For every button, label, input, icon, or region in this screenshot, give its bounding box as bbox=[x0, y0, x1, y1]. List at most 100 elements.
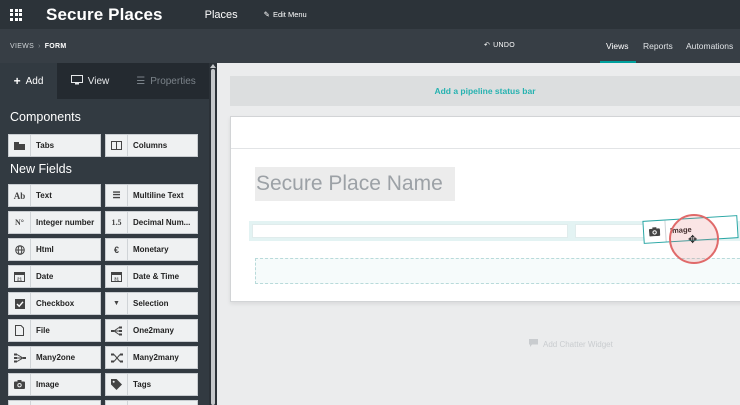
edit-menu-link[interactable]: ✎ Edit Menu bbox=[264, 10, 307, 19]
many2many-icon bbox=[106, 347, 128, 368]
field-label: One2many bbox=[133, 326, 174, 335]
file-icon bbox=[9, 320, 31, 341]
field-datetime[interactable]: 31 Date & Time bbox=[105, 265, 198, 288]
breadcrumb-separator: › bbox=[38, 42, 41, 50]
field-integer[interactable]: N° Integer number bbox=[8, 211, 101, 234]
name-field-placeholder[interactable]: Secure Place Name bbox=[255, 167, 455, 201]
component-label: Columns bbox=[133, 141, 168, 150]
field-label: Html bbox=[36, 245, 54, 254]
sidebar-tab-view-label: View bbox=[87, 75, 110, 87]
tabs-icon bbox=[9, 135, 31, 156]
sliders-icon: ☰ bbox=[136, 75, 146, 87]
text-icon: Ab bbox=[9, 185, 31, 206]
field-many2many[interactable]: Many2many bbox=[105, 346, 198, 369]
monitor-icon bbox=[70, 74, 83, 88]
apps-menu-icon[interactable] bbox=[0, 0, 32, 29]
field-label: Checkbox bbox=[36, 299, 75, 308]
field-html[interactable]: Html bbox=[8, 238, 101, 261]
euro-icon: € bbox=[106, 239, 128, 260]
studio-toolbar: VIEWS › FORM ↶ UNDO Views Reports Automa… bbox=[0, 29, 740, 63]
field-one2many[interactable]: One2many bbox=[105, 319, 198, 342]
caret-down-icon: ▼ bbox=[106, 293, 128, 314]
notebook-drop-zone[interactable] bbox=[255, 258, 740, 284]
field-label: Monetary bbox=[133, 245, 169, 254]
calendar-clock-icon: 31 bbox=[106, 266, 128, 287]
field-label: Selection bbox=[133, 299, 169, 308]
sidebar-tab-properties[interactable]: ☰ Properties bbox=[123, 63, 209, 99]
move-cursor-icon: ✥ bbox=[688, 234, 698, 246]
scrollbar-thumb[interactable] bbox=[211, 69, 215, 405]
field-label: Integer number bbox=[36, 218, 95, 227]
breadcrumb-form: FORM bbox=[44, 42, 67, 50]
app-title: Secure Places bbox=[46, 4, 163, 24]
sidebar-tab-properties-label: Properties bbox=[150, 75, 196, 87]
group-cell-right[interactable] bbox=[575, 224, 645, 238]
decimal-icon: 1.5 bbox=[106, 212, 128, 233]
field-label: Image bbox=[36, 380, 60, 389]
field-label: Multiline Text bbox=[133, 191, 184, 200]
field-more-2[interactable] bbox=[105, 400, 198, 405]
field-more-1[interactable] bbox=[8, 400, 101, 405]
field-label: File bbox=[36, 326, 50, 335]
field-many2one[interactable]: Many2one bbox=[8, 346, 101, 369]
field-text[interactable]: Ab Text bbox=[8, 184, 101, 207]
breadcrumb-views[interactable]: VIEWS bbox=[10, 43, 34, 50]
undo-label: UNDO bbox=[493, 41, 515, 49]
checkbox-icon bbox=[9, 293, 31, 314]
sidebar-tab-view[interactable]: View bbox=[57, 63, 123, 99]
menu-places[interactable]: Places bbox=[205, 9, 238, 21]
component-columns[interactable]: Columns bbox=[105, 134, 198, 157]
globe-icon bbox=[9, 239, 31, 260]
components-title: Components bbox=[10, 110, 81, 124]
field-monetary[interactable]: € Monetary bbox=[105, 238, 198, 261]
svg-text:21: 21 bbox=[17, 276, 23, 281]
multiline-text-icon: ☰ bbox=[106, 185, 128, 206]
plus-icon: + bbox=[13, 74, 21, 88]
field-label: Many2one bbox=[36, 353, 76, 362]
field-file[interactable]: File bbox=[8, 319, 101, 342]
field-date[interactable]: 21 Date bbox=[8, 265, 101, 288]
add-status-bar-button[interactable]: Add a pipeline status bar bbox=[230, 76, 740, 106]
tab-reports[interactable]: Reports bbox=[643, 41, 673, 51]
new-fields-title: New Fields bbox=[10, 162, 72, 176]
sheet-header bbox=[231, 117, 740, 149]
field-decimal[interactable]: 1.5 Decimal Num... bbox=[105, 211, 198, 234]
camera-icon bbox=[643, 220, 667, 243]
scroll-up-arrow-icon[interactable] bbox=[210, 64, 216, 68]
group-cell-left[interactable] bbox=[252, 224, 568, 238]
undo-icon: ↶ bbox=[484, 42, 491, 49]
undo-button[interactable]: ↶ UNDO bbox=[484, 41, 515, 50]
svg-text:31: 31 bbox=[114, 276, 120, 281]
tab-automations[interactable]: Automations bbox=[686, 41, 733, 51]
field-label: Date & Time bbox=[133, 272, 180, 281]
field-checkbox[interactable]: Checkbox bbox=[8, 292, 101, 315]
field-image[interactable]: Image bbox=[8, 373, 101, 396]
chat-bubble-icon bbox=[529, 339, 538, 349]
component-label: Tabs bbox=[36, 141, 55, 150]
calendar-icon: 21 bbox=[9, 266, 31, 287]
sidebar-tabs: + Add View ☰ Properties bbox=[0, 63, 209, 99]
edit-menu-label: Edit Menu bbox=[272, 10, 307, 19]
add-chatter-label: Add Chatter Widget bbox=[543, 339, 613, 349]
one2many-icon bbox=[106, 320, 128, 341]
field-label: Text bbox=[36, 191, 52, 200]
field-label: Tags bbox=[133, 380, 152, 389]
add-chatter-button[interactable]: Add Chatter Widget bbox=[529, 339, 613, 349]
sidebar-scrollbar[interactable] bbox=[209, 63, 217, 405]
field-label: Many2many bbox=[133, 353, 179, 362]
breadcrumb: VIEWS › FORM bbox=[10, 43, 67, 50]
columns-icon bbox=[106, 135, 128, 156]
field-tags[interactable]: Tags bbox=[105, 373, 198, 396]
studio-sidebar: + Add View ☰ Properties Components Tabs … bbox=[0, 63, 209, 405]
field-selection[interactable]: ▼ Selection bbox=[105, 292, 198, 315]
integer-icon: N° bbox=[9, 212, 31, 233]
pencil-icon: ✎ bbox=[263, 10, 270, 19]
sidebar-tab-add-label: Add bbox=[25, 75, 44, 87]
form-sheet: Secure Place Name bbox=[230, 116, 740, 302]
camera-icon bbox=[9, 374, 31, 395]
field-multiline-text[interactable]: ☰ Multiline Text bbox=[105, 184, 198, 207]
component-tabs[interactable]: Tabs bbox=[8, 134, 101, 157]
sidebar-tab-add[interactable]: + Add bbox=[0, 63, 57, 99]
tab-views[interactable]: Views bbox=[606, 41, 629, 51]
tag-icon bbox=[106, 374, 128, 395]
